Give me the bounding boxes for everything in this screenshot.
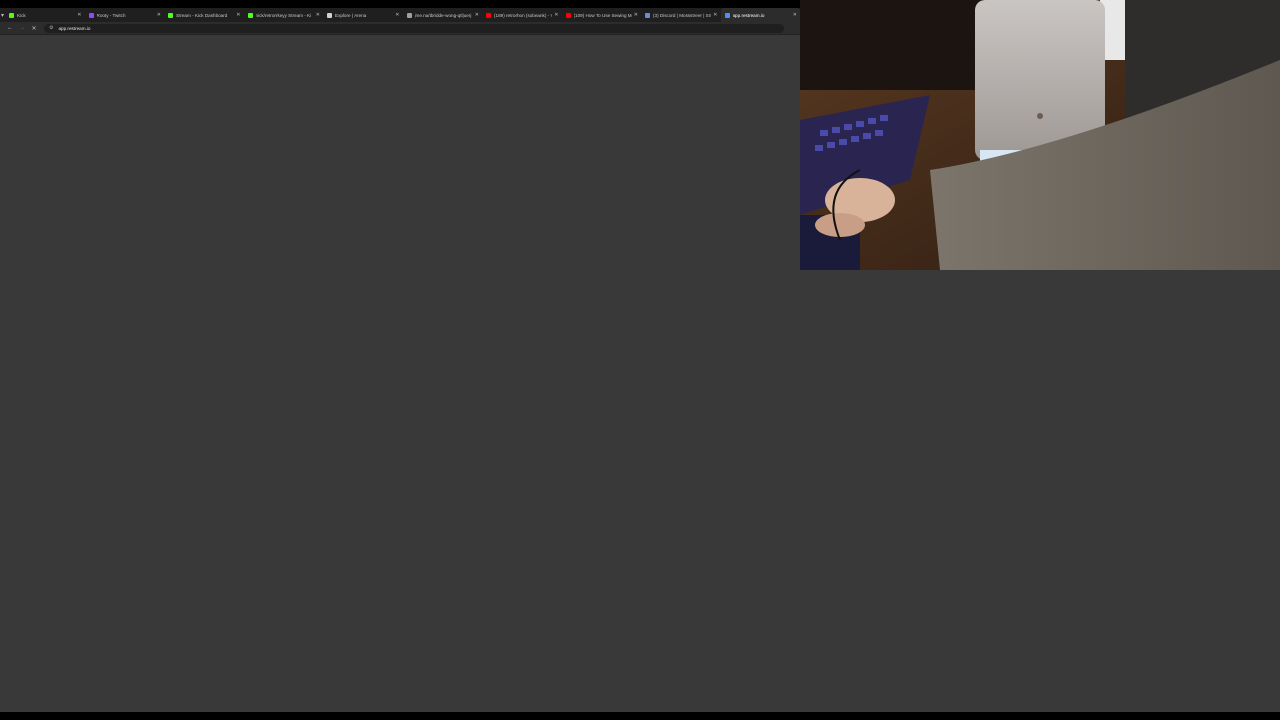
webcam-overlay	[800, 0, 1280, 270]
tab-title: Kick	[17, 12, 26, 18]
tab-strip: ▾ Kick ✕ Rooty - Twitch ✕ Stream - Kick Dash…	[0, 8, 800, 22]
close-icon[interactable]: ✕	[395, 12, 399, 18]
tab-favicon-icon	[406, 12, 412, 18]
close-icon[interactable]: ✕	[634, 12, 638, 18]
tab-favicon-icon	[247, 12, 253, 18]
browser-tab[interactable]: Rooty - Twitch ✕	[85, 8, 165, 22]
tab-list: Kick ✕ Rooty - Twitch ✕ Stream - Kick Dashbo…	[5, 8, 800, 22]
browser-tab[interactable]: Stream - Kick Dashboard ✕	[164, 8, 244, 22]
close-icon[interactable]: ✕	[316, 12, 320, 18]
close-icon[interactable]: ✕	[713, 12, 717, 18]
tab-title: Explore | Arena	[335, 12, 367, 18]
webcam-image	[800, 0, 1280, 270]
browser-tab[interactable]: Explore | Arena ✕	[323, 8, 403, 22]
forward-arrow-icon[interactable]: →	[16, 22, 28, 34]
tune-icon[interactable]: ⚙	[49, 25, 53, 31]
close-icon[interactable]: ✕	[236, 12, 240, 18]
browser-tab[interactable]: app.restream.io ✕	[720, 8, 800, 22]
tab-favicon-icon	[168, 12, 173, 18]
tab-title: Stream - Kick Dashboard	[176, 12, 228, 18]
browser-tab[interactable]: jme.na/tbridde-wong-qtl|uerj ✕	[403, 8, 483, 22]
browser-tab[interactable]: (109) How To Use Sewing Ma ✕	[562, 8, 642, 22]
tab-title: (189) retrorhon (sobeank) - Yo	[494, 12, 553, 18]
stream-canvas-background	[0, 270, 1280, 712]
stop-icon[interactable]: ✕	[28, 22, 40, 34]
bottom-black-bar	[0, 712, 1280, 720]
tab-favicon-icon	[88, 12, 94, 18]
address-bar[interactable]: ⚙ app.restream.io	[44, 23, 784, 33]
tab-favicon-icon	[565, 12, 571, 18]
tab-title: (3) Discord | Mossstreer | SST	[653, 12, 712, 18]
browser-tab[interactable]: Kick ✕	[5, 8, 85, 22]
tab-favicon-icon	[724, 12, 730, 18]
close-icon[interactable]: ✕	[157, 12, 161, 18]
browser-tab[interactable]: nick/retrorrkeyy Stream - Ki ✕	[244, 8, 324, 22]
tab-favicon-icon	[645, 12, 650, 18]
back-arrow-icon[interactable]: ←	[4, 22, 16, 34]
close-icon[interactable]: ✕	[77, 12, 81, 18]
tab-title: nick/retrorrkeyy Stream - Ki	[255, 12, 312, 18]
browser-tab[interactable]: (189) retrorhon (sobeank) - Yo ✕	[482, 8, 562, 22]
top-black-bar	[0, 0, 800, 8]
browser-toolbar: ← → ✕ ⚙ app.restream.io	[0, 22, 800, 35]
close-icon[interactable]: ✕	[475, 12, 479, 18]
tab-title: (109) How To Use Sewing Ma	[573, 12, 632, 18]
tab-favicon-icon	[9, 12, 14, 18]
address-bar-url: app.restream.io	[58, 25, 91, 31]
tab-favicon-icon	[327, 12, 332, 18]
close-icon[interactable]: ✕	[554, 12, 558, 18]
browser-tab[interactable]: (3) Discord | Mossstreer | SST ✕	[641, 8, 721, 22]
tab-favicon-icon	[486, 12, 491, 18]
tab-title: Rooty - Twitch	[96, 12, 126, 18]
close-icon[interactable]: ✕	[793, 12, 797, 18]
tab-title: jme.na/tbridde-wong-qtl|uerj	[414, 12, 472, 18]
tab-title: app.restream.io	[732, 12, 765, 18]
